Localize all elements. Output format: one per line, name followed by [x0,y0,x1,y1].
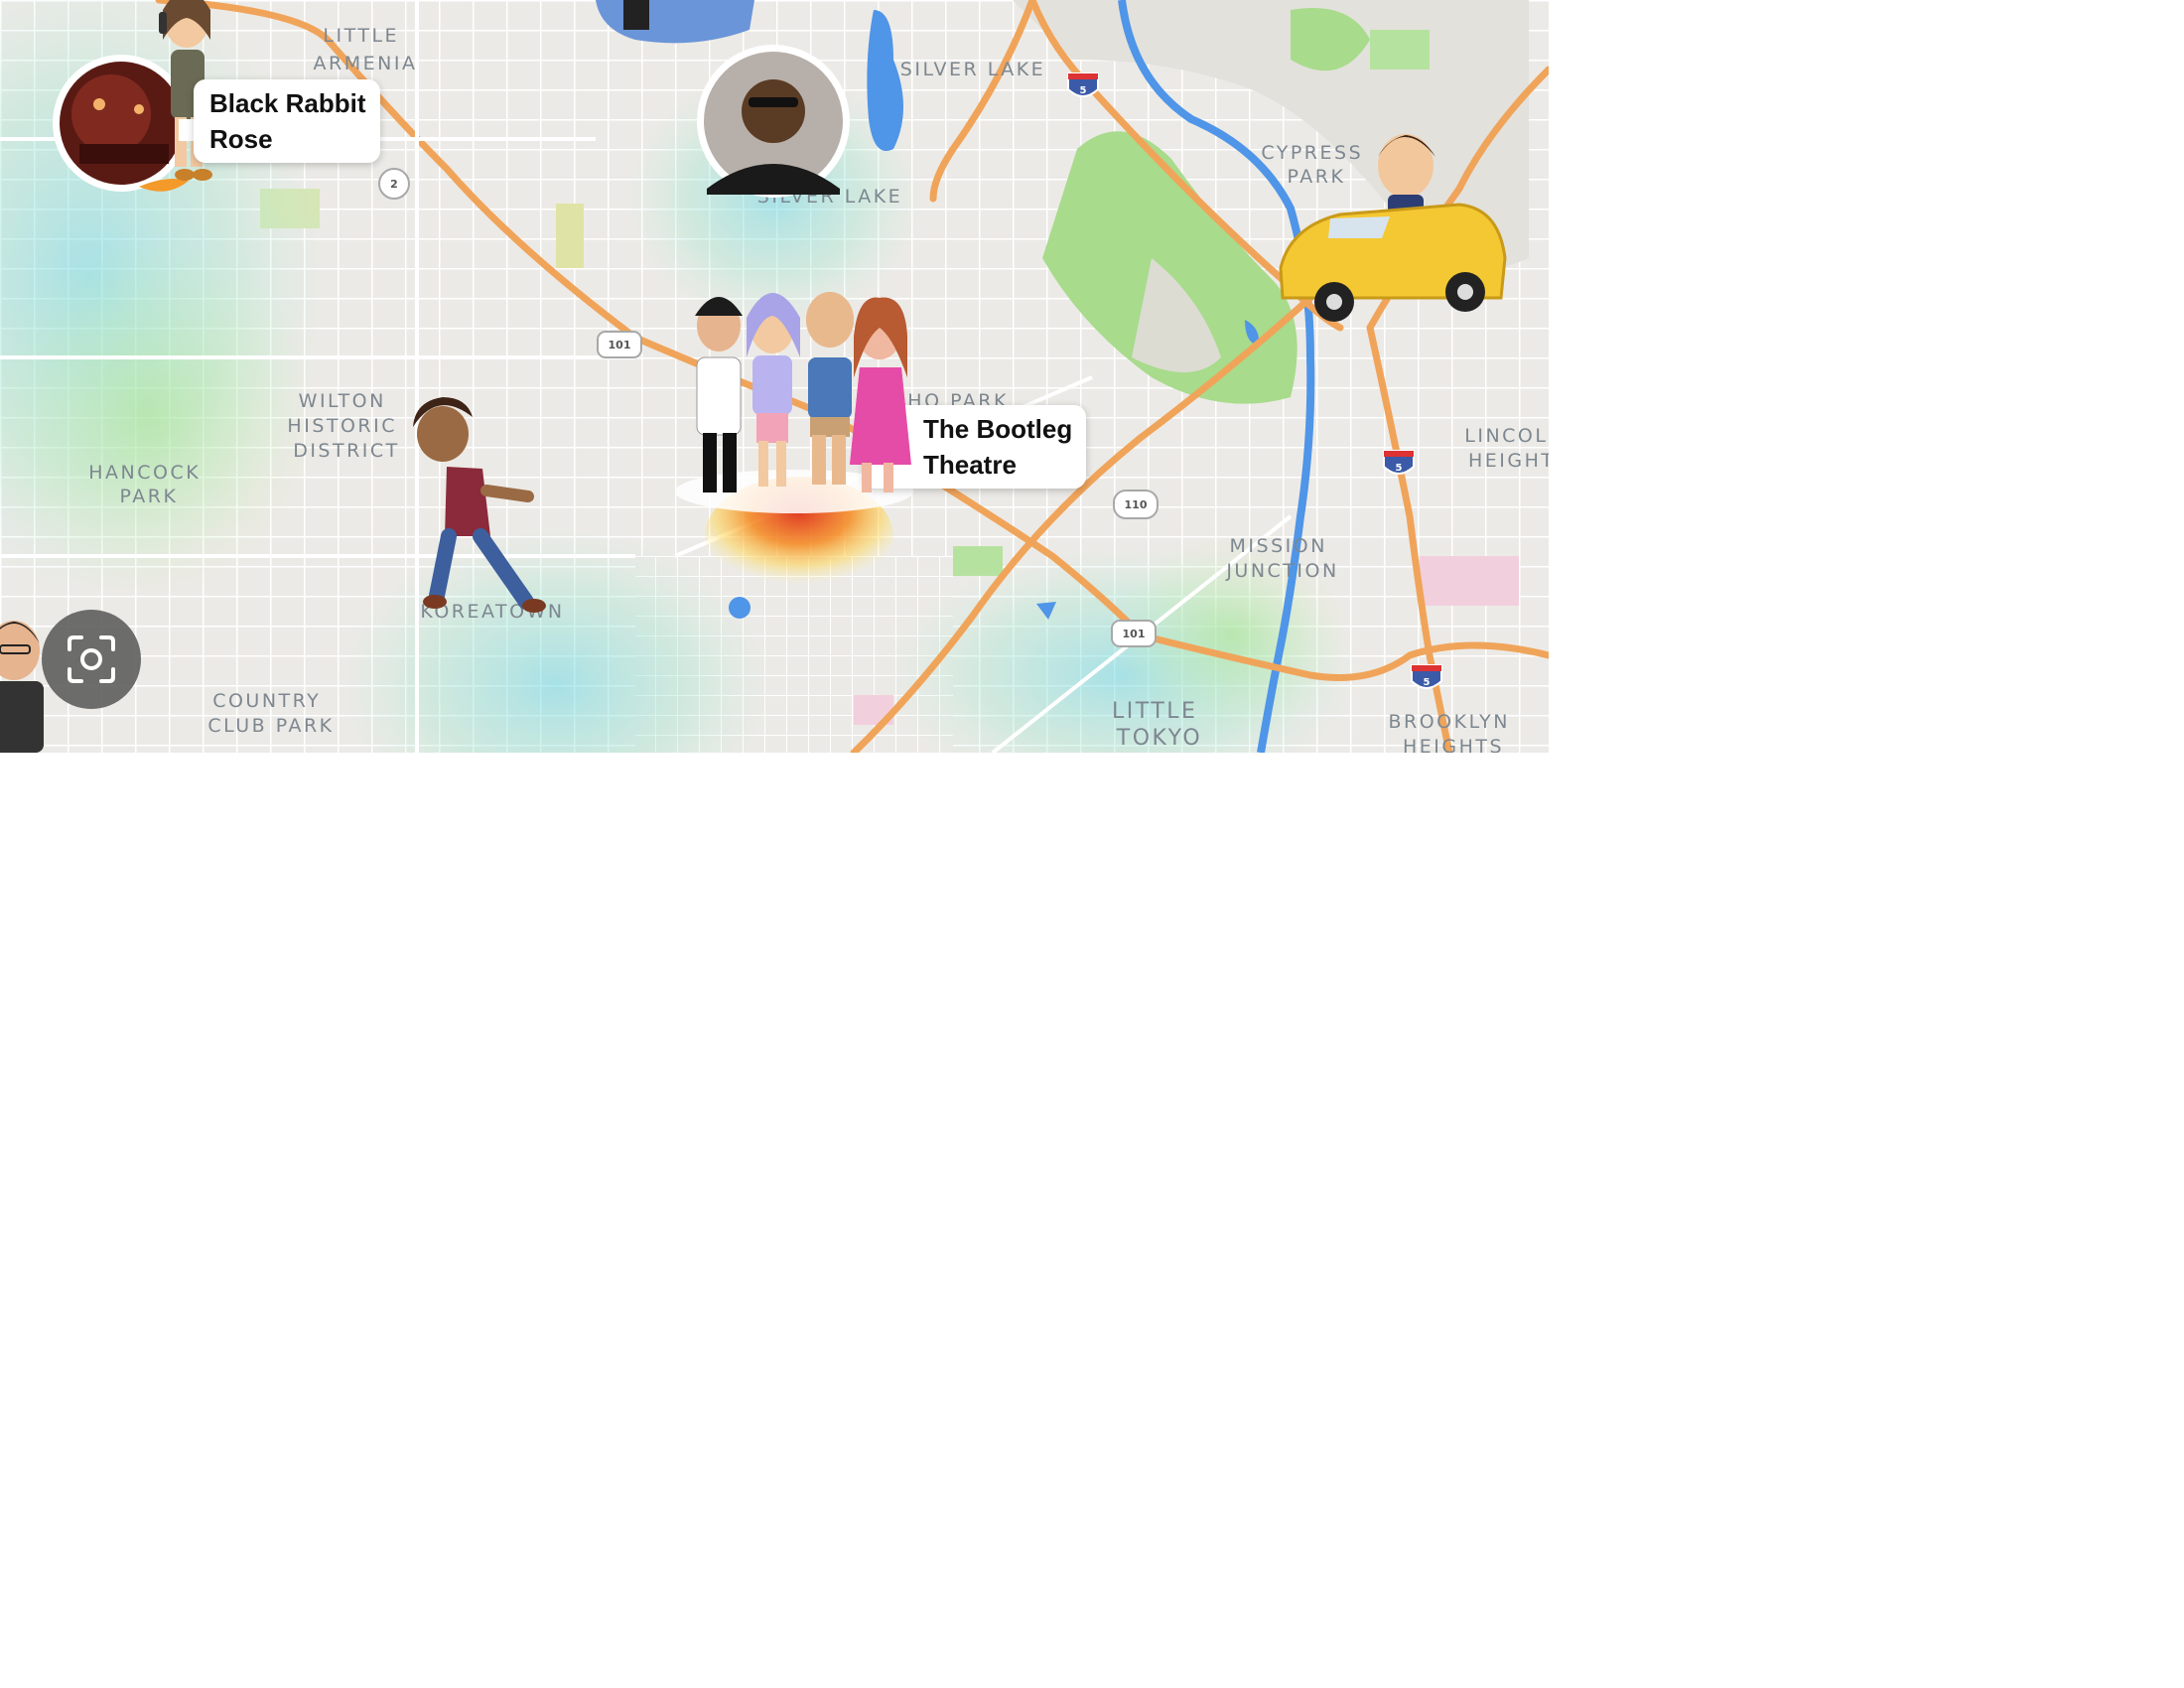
park-patch [556,204,584,268]
route-shield-label: 2 [390,178,398,191]
route-shield-5: 5 [1067,72,1099,97]
route-shield-label: 101 [609,339,631,352]
label-brooklyn-heights: BROOKLYN HEIGHTS [1388,711,1518,753]
route-shield-5: 5 [1411,664,1442,689]
route-shield-101: 101 [597,331,642,358]
label-silver-lake: SILVER LAKE [900,59,1045,80]
place-card-bootleg-theatre[interactable]: The Bootleg Theatre [864,405,1087,489]
place-photo-detail [79,144,169,164]
scan-button[interactable] [42,610,141,709]
park-patch [1370,30,1430,70]
route-shield-label: 5 [1080,85,1087,96]
place-photo-light [134,104,144,114]
route-shield-2: 2 [378,168,410,200]
place-card-black-rabbit-rose[interactable]: Black Rabbit Rose [194,79,380,163]
place-photo-light [93,98,105,110]
place-card-title-line: Black Rabbit [209,88,366,118]
snap-map[interactable]: 2 101 101 110 5 5 5 LITTLE ARMENIA SILVE… [0,0,1549,753]
route-shield-label: 110 [1125,498,1148,511]
route-shield-label: 5 [1396,463,1403,474]
bitmoji-friend-partial[interactable] [0,621,44,753]
label-wilton-historic-district: WILTON HISTORIC DISTRICT [287,390,405,462]
place-bubble-black-rabbit-rose[interactable] [53,55,190,192]
route-shield-101: 101 [1111,620,1157,647]
echo-park-lake [729,597,751,619]
friend-photo-bubble[interactable] [697,45,850,198]
route-shield-label: 101 [1123,628,1146,640]
place-card-title-line: Rose [209,124,273,154]
place-card-title-line: The Bootleg [923,414,1073,444]
route-shield-5: 5 [1383,450,1415,475]
route-shield-label: 5 [1424,677,1431,688]
scan-camera-icon [68,635,115,683]
commercial-patch [1420,556,1519,606]
place-card-title-line: Theatre [923,450,1017,480]
route-shield-110: 110 [1113,490,1159,519]
